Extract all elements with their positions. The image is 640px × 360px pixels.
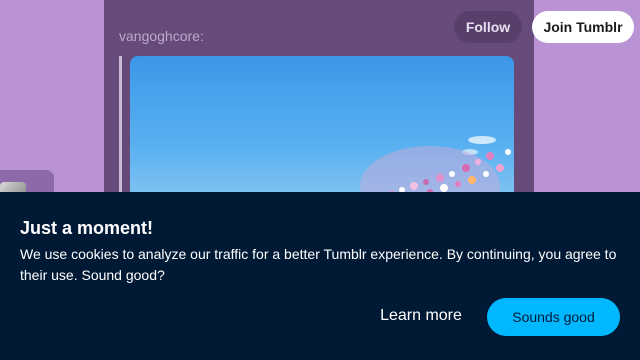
cookie-banner-message: We use cookies to analyze our traffic fo… (20, 246, 617, 283)
learn-more-button[interactable]: Learn more (366, 298, 476, 334)
cookie-banner: Just a moment! We use cookies to analyze… (0, 192, 640, 360)
post-author-colon: : (199, 28, 204, 44)
post-author[interactable]: vangoghcore: (119, 28, 204, 44)
cookie-banner-title: Just a moment! (20, 218, 154, 238)
join-tumblr-button[interactable]: Join Tumblr (532, 11, 634, 43)
follow-button[interactable]: Follow (454, 11, 522, 43)
post-author-name[interactable]: vangoghcore (119, 28, 200, 44)
sounds-good-button[interactable]: Sounds good (487, 298, 620, 336)
